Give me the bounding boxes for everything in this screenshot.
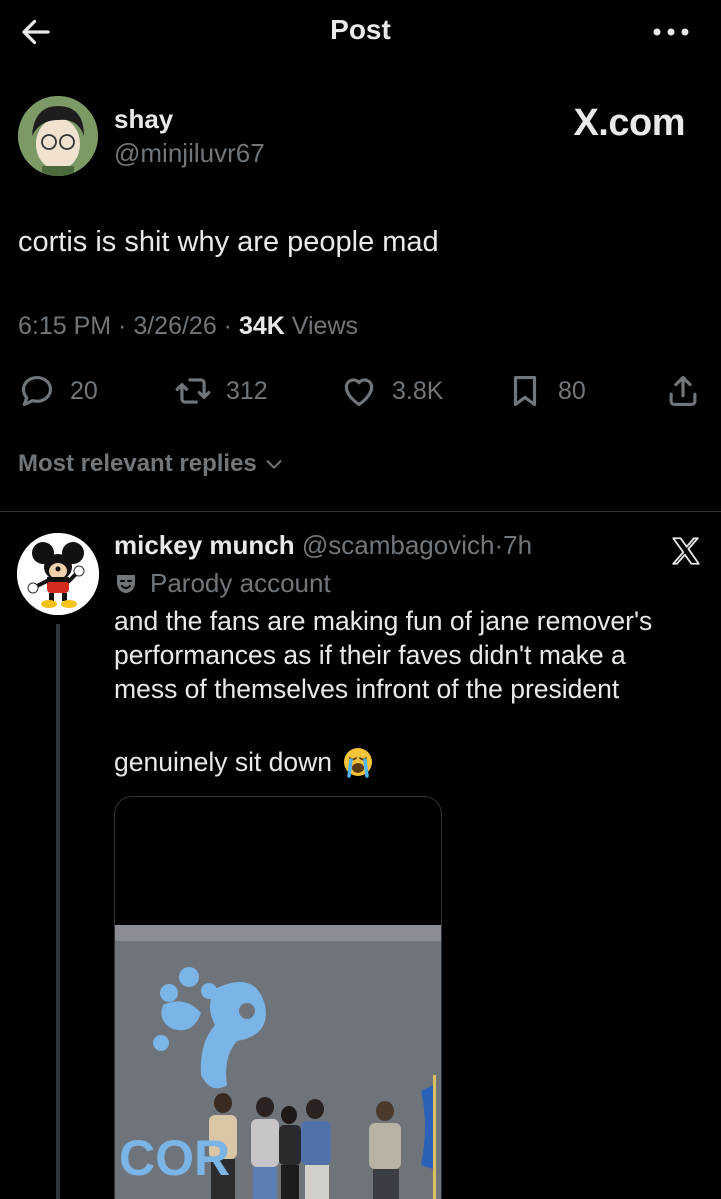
post-meta: 6:15 PM · 3/26/26 · 34K Views xyxy=(18,312,358,341)
watermark-xcom: X.com xyxy=(573,102,685,144)
author-name[interactable]: shay xyxy=(114,104,173,135)
top-bar: Post xyxy=(0,0,721,64)
reply-button[interactable]: 20 xyxy=(18,366,98,416)
repost-icon xyxy=(175,378,211,404)
reply-header: mickey munch @scambagovich·7h xyxy=(114,530,532,561)
reply-icon xyxy=(21,375,53,407)
post-timestamp: 6:15 PM · 3/26/26 · xyxy=(18,312,239,340)
reply-text-tail: genuinely sit down xyxy=(114,746,374,778)
bookmark-button[interactable]: 80 xyxy=(506,366,586,416)
reply-text: and the fans are making fun of jane remo… xyxy=(114,606,653,704)
video-frame: COR xyxy=(115,925,441,1199)
reply-tail-text: genuinely sit down xyxy=(114,746,333,777)
reply-count: 20 xyxy=(70,376,98,405)
reply-author-name[interactable]: mickey munch xyxy=(114,530,295,560)
x-logo-icon xyxy=(672,537,700,565)
page-title: Post xyxy=(330,14,391,45)
like-count: 3.8K xyxy=(392,376,444,405)
repost-count: 312 xyxy=(226,376,268,405)
reply-author-handle[interactable]: @scambagovich xyxy=(302,530,495,560)
views-count[interactable]: 34K xyxy=(239,312,285,340)
repost-button[interactable]: 312 xyxy=(174,366,268,416)
share-button[interactable] xyxy=(664,366,702,416)
reply-item[interactable]: mickey munch @scambagovich·7h Parody acc… xyxy=(0,512,721,1199)
loudly-crying-face-emoji xyxy=(344,748,373,778)
post-text: cortis is shit why are people mad xyxy=(18,226,439,258)
parody-account-text: Parody account xyxy=(150,568,331,598)
reply-avatar[interactable] xyxy=(17,533,99,615)
like-button[interactable]: 3.8K xyxy=(340,366,443,416)
theater-mask-icon xyxy=(117,574,135,593)
media-overlay-text: COR xyxy=(119,1130,231,1186)
author-handle[interactable]: @minjiluvr67 xyxy=(114,138,265,169)
avatar[interactable] xyxy=(18,96,98,176)
bookmark-count: 80 xyxy=(558,376,586,405)
replies-sort-toggle[interactable]: Most relevant replies xyxy=(18,450,285,478)
heart-icon xyxy=(344,378,374,407)
parody-label: Parody account xyxy=(114,568,331,599)
more-horizontal-icon[interactable] xyxy=(651,24,691,40)
action-bar: 20 312 3.8K 80 xyxy=(0,366,721,416)
views-label: Views xyxy=(284,312,359,340)
reply-separator: · xyxy=(494,530,504,560)
chevron-down-icon xyxy=(266,460,282,469)
reply-time[interactable]: 7h xyxy=(503,530,532,560)
post-author: shay @minjiluvr67 X.com xyxy=(18,96,703,180)
bookmark-icon xyxy=(513,375,537,407)
thread-line xyxy=(56,624,60,1199)
replies-sort-label: Most relevant replies xyxy=(18,450,257,477)
share-icon xyxy=(669,375,697,407)
media-video[interactable]: COR xyxy=(114,796,442,1199)
